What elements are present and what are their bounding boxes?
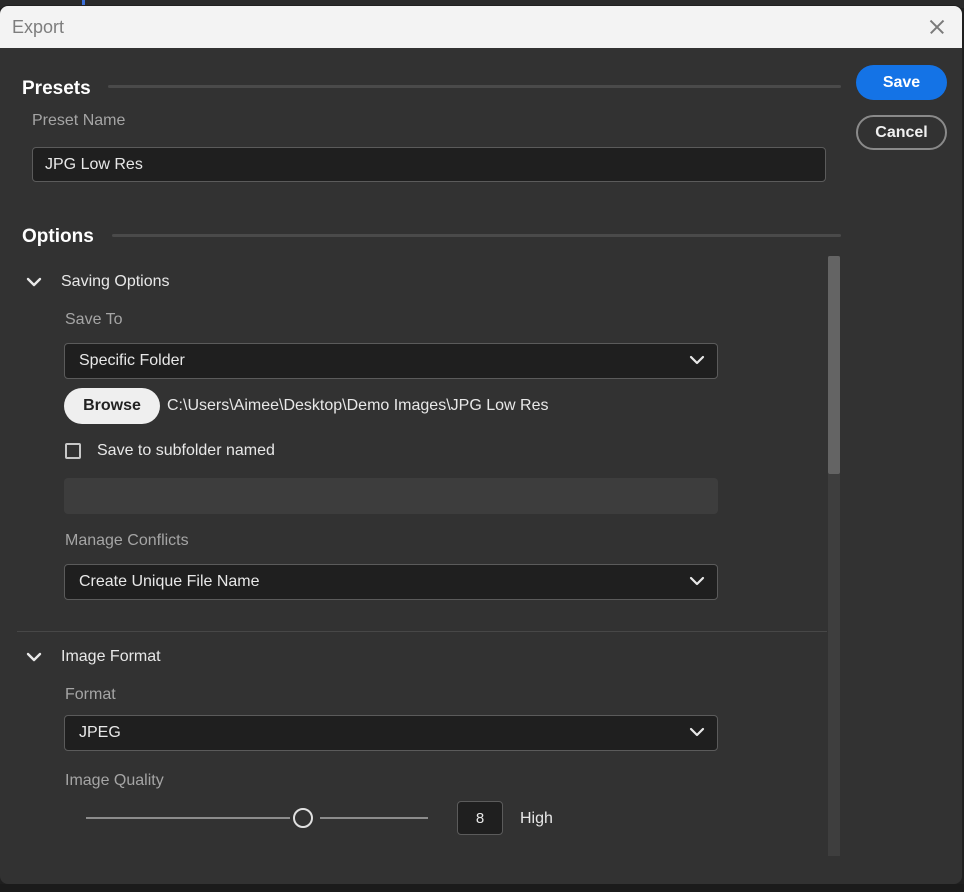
- format-label: Format: [65, 686, 116, 703]
- format-select[interactable]: JPEG: [64, 715, 718, 751]
- window-title: Export: [12, 17, 65, 37]
- subfolder-checkbox[interactable]: [65, 443, 81, 459]
- saving-options-chevron-down-icon[interactable]: [25, 275, 43, 289]
- browse-button[interactable]: Browse: [64, 388, 160, 424]
- preset-name-value: JPG Low Res: [45, 155, 143, 173]
- scrollbar-thumb[interactable]: [828, 256, 840, 474]
- cancel-button[interactable]: Cancel: [856, 115, 947, 150]
- export-dialog: Export Presets Preset Name JPG Low Res S…: [0, 6, 962, 884]
- folder-path: C:\Users\Aimee\Desktop\Demo Images\JPG L…: [167, 397, 549, 414]
- close-icon[interactable]: [922, 12, 952, 42]
- subfolder-name-input: [64, 478, 718, 514]
- saving-options-title[interactable]: Saving Options: [61, 273, 170, 291]
- save-to-value: Specific Folder: [79, 352, 185, 369]
- manage-conflicts-value: Create Unique File Name: [79, 573, 260, 590]
- save-to-label: Save To: [65, 311, 123, 328]
- save-to-select[interactable]: Specific Folder: [64, 343, 718, 379]
- quality-slider-track[interactable]: [86, 817, 290, 819]
- manage-conflicts-select[interactable]: Create Unique File Name: [64, 564, 718, 600]
- image-quality-label: Image Quality: [65, 772, 164, 789]
- chevron-down-icon: [689, 576, 705, 586]
- format-value: JPEG: [79, 724, 121, 741]
- preset-name-input[interactable]: JPG Low Res: [32, 147, 826, 182]
- preset-name-label: Preset Name: [32, 112, 126, 129]
- chevron-down-icon: [689, 355, 705, 365]
- quality-level-text: High: [520, 810, 553, 827]
- image-format-title[interactable]: Image Format: [61, 648, 161, 666]
- quality-slider-handle[interactable]: [293, 808, 313, 828]
- manage-conflicts-label: Manage Conflicts: [65, 532, 189, 549]
- section-divider: [17, 631, 827, 632]
- chevron-down-icon: [689, 727, 705, 737]
- options-rule: [112, 234, 841, 237]
- quality-slider-track-remaining[interactable]: [320, 817, 428, 819]
- quality-value-input[interactable]: 8: [457, 801, 503, 835]
- image-format-chevron-down-icon[interactable]: [25, 650, 43, 664]
- presets-rule: [108, 85, 841, 88]
- background-window-bottom: [0, 884, 964, 892]
- title-bar[interactable]: Export: [0, 6, 962, 48]
- save-button[interactable]: Save: [856, 65, 947, 100]
- options-heading: Options: [22, 226, 94, 247]
- subfolder-checkbox-label[interactable]: Save to subfolder named: [97, 442, 275, 460]
- presets-heading: Presets: [22, 78, 91, 99]
